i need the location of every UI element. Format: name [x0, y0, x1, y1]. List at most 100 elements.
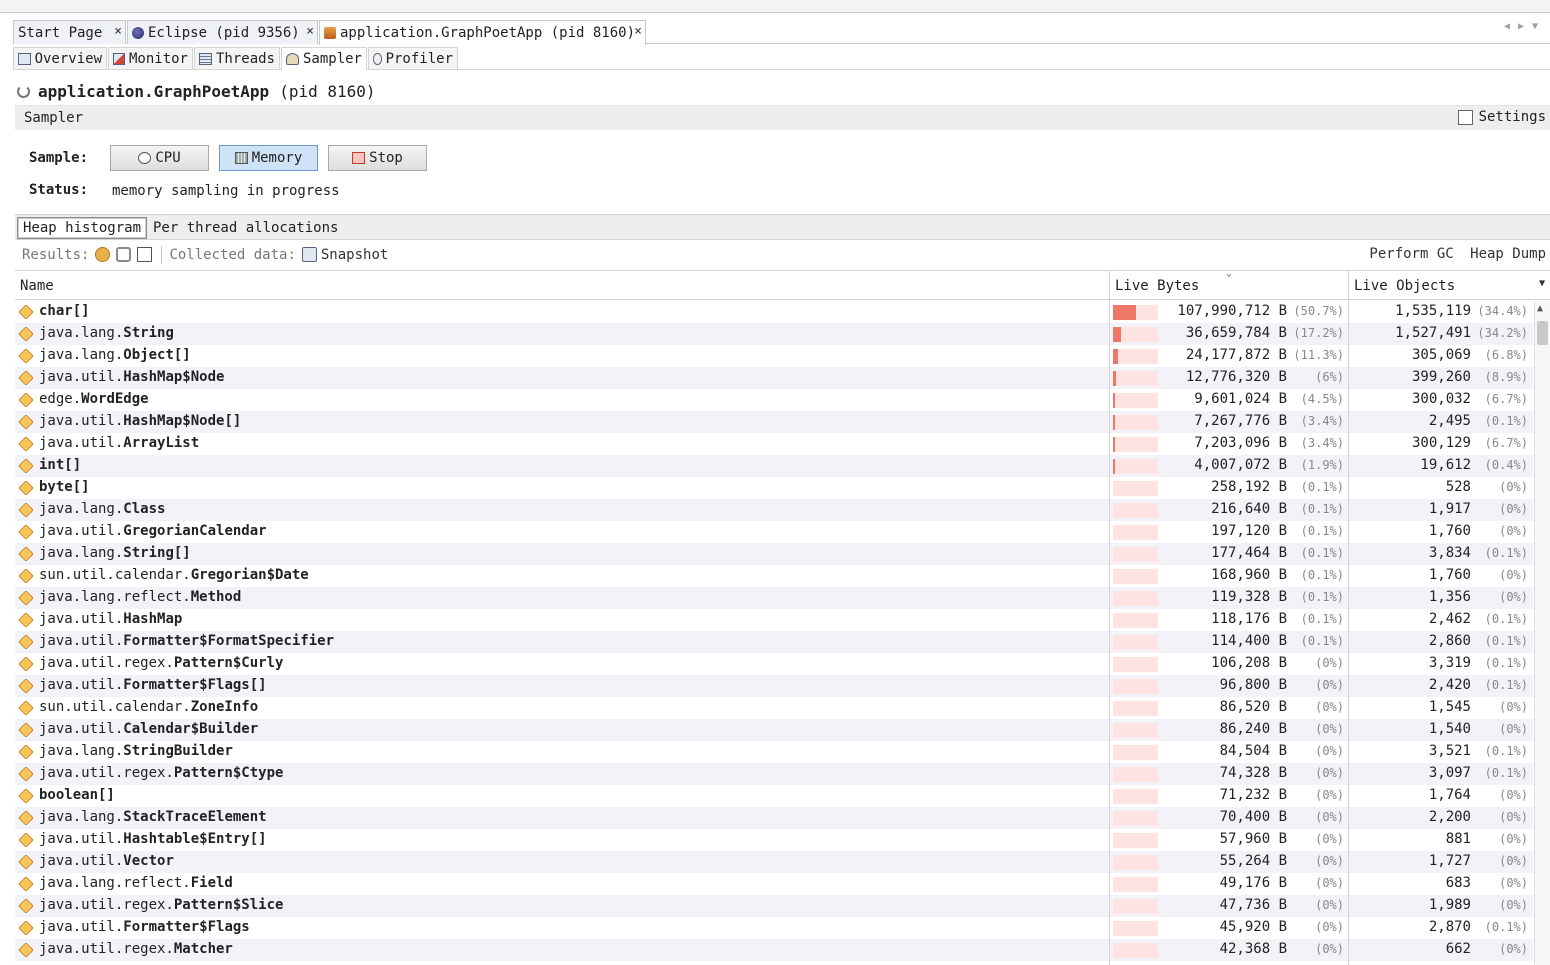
tab-navigation-arrows[interactable]: ◀▶▼	[1504, 21, 1546, 32]
scrollbar-thumb[interactable]	[1537, 321, 1548, 345]
live-bytes-bar	[1113, 459, 1158, 474]
live-bytes-value: 9,601,024 B	[1194, 391, 1287, 407]
table-row[interactable]: java.util.GregorianCalendar 197,120 B (0.1…	[15, 521, 1533, 543]
class-simple-name: GregorianCalendar	[123, 523, 267, 539]
live-bytes-bar	[1113, 899, 1158, 914]
live-objects-value: 1,727	[1428, 853, 1471, 869]
close-icon[interactable]: ×	[306, 24, 314, 39]
table-row[interactable]: java.util.regex.Pattern$Curly 106,208 B (0…	[15, 653, 1533, 675]
live-objects-value: 2,420	[1428, 677, 1471, 693]
live-bytes-value: 114,400 B	[1211, 633, 1287, 649]
table-row[interactable]: java.util.HashMap$Node[] 7,267,776 B (3.4%…	[15, 411, 1533, 433]
live-objects-value: 2,462	[1428, 611, 1471, 627]
table-row[interactable]: java.lang.reflect.Method 119,328 B (0.1%) 1…	[15, 587, 1533, 609]
table-row[interactable]: java.lang.String[] 177,464 B (0.1%) 3,834 (0…	[15, 543, 1533, 565]
table-row[interactable]: java.util.Hashtable$Entry[] 57,960 B (0%) 8…	[15, 829, 1533, 851]
package-name: java.lang.	[39, 545, 124, 561]
tab-sampler[interactable]: Sampler	[281, 47, 367, 70]
column-header-name[interactable]: Name	[15, 271, 1110, 300]
live-bytes-percent: (0%)	[1315, 656, 1344, 670]
class-name: java.util.regex.Matcher	[39, 941, 233, 957]
delta-icon[interactable]	[137, 247, 153, 262]
memory-button[interactable]: Memory	[219, 145, 318, 171]
close-icon[interactable]: ×	[114, 24, 122, 39]
settings-toggle[interactable]: Settings	[1457, 109, 1546, 125]
tab-overview[interactable]: Overview	[13, 47, 107, 70]
table-row[interactable]: java.util.regex.Matcher 42,368 B (0%) 662 (0…	[15, 939, 1533, 961]
doc-tab-label: application.GraphPoetApp (pid 8160)	[340, 25, 636, 41]
class-name: java.util.GregorianCalendar	[39, 523, 267, 539]
tab-threads[interactable]: Threads	[194, 47, 280, 70]
tab-monitor[interactable]: Monitor	[108, 47, 193, 70]
table-row[interactable]: byte[] 258,192 B (0.1%) 528 (0%)	[15, 477, 1533, 499]
table-row[interactable]: java.lang.Object[] 24,177,872 B (11.3%) 305…	[15, 345, 1533, 367]
package-name: sun.util.calendar.	[39, 567, 191, 583]
package-name: java.util.	[39, 523, 124, 539]
table-row[interactable]: java.util.Formatter$Flags 45,920 B (0%) 2,8…	[15, 917, 1533, 939]
table-row[interactable]: java.util.regex.Pattern$Ctype 74,328 B (0%…	[15, 763, 1533, 785]
live-bytes-bar	[1113, 811, 1158, 826]
live-bytes-percent: (0.1%)	[1300, 568, 1344, 582]
package-name: java.util.	[39, 853, 124, 869]
doc-tab-eclipse[interactable]: Eclipse (pid 9356) ×	[127, 20, 318, 44]
heap-dump-button[interactable]: Heap Dump	[1470, 246, 1546, 262]
cpu-button[interactable]: CPU	[110, 145, 209, 171]
table-row[interactable]: java.util.regex.Pattern$Slice 47,736 B (0%…	[15, 895, 1533, 917]
scroll-up-icon[interactable]: ▲	[1537, 303, 1543, 314]
column-menu-icon[interactable]: ▼	[1539, 278, 1545, 289]
table-row[interactable]: char[] 107,990,712 B (50.7%) 1,535,119 (34.4…	[15, 301, 1533, 323]
app-name: application.GraphPoetApp	[38, 81, 270, 101]
live-objects-percent: (0.1%)	[1484, 634, 1528, 648]
refresh-icon[interactable]	[116, 247, 132, 262]
class-simple-name: ArrayList	[123, 435, 200, 451]
class-icon	[18, 700, 34, 716]
live-bytes-percent: (0.1%)	[1300, 590, 1344, 604]
table-row[interactable]: java.util.Vector 55,264 B (0%) 1,727 (0%)	[15, 851, 1533, 873]
live-bytes-bar	[1113, 327, 1158, 342]
tab-heap-histogram[interactable]: Heap histogram	[17, 217, 148, 239]
table-row[interactable]: java.lang.StackTraceElement 70,400 B (0%) 2…	[15, 807, 1533, 829]
class-name: java.util.Formatter$Flags	[39, 919, 250, 935]
table-row[interactable]: java.lang.StringBuilder 84,504 B (0%) 3,521…	[15, 741, 1533, 763]
live-objects-percent: (0.1%)	[1484, 920, 1528, 934]
pause-icon[interactable]	[95, 247, 111, 262]
live-objects-percent: (0%)	[1499, 810, 1528, 824]
class-icon	[18, 920, 34, 936]
table-row[interactable]: java.lang.String 36,659,784 B (17.2%) 1,527…	[15, 323, 1533, 345]
results-toolbar: Results: Collected data: Snapshot Perfor…	[15, 241, 1550, 268]
stop-button[interactable]: Stop	[328, 145, 427, 171]
settings-checkbox[interactable]	[1457, 109, 1473, 125]
table-row[interactable]: java.util.Formatter$FormatSpecifier 114,4…	[15, 631, 1533, 653]
table-row[interactable]: java.util.Formatter$Flags[] 96,800 B (0%) 2…	[15, 675, 1533, 697]
live-bytes-percent: (3.4%)	[1300, 436, 1344, 450]
table-scrollbar[interactable]: ▲	[1534, 301, 1550, 965]
table-row[interactable]: edge.WordEdge 9,601,024 B (4.5%) 300,032 (6.…	[15, 389, 1533, 411]
class-simple-name: Formatter$Flags[]	[123, 677, 267, 693]
doc-tab-graphpoetapp[interactable]: application.GraphPoetApp (pid 8160) ×	[319, 20, 646, 45]
close-icon[interactable]: ×	[634, 24, 642, 39]
snapshot-button[interactable]: Snapshot	[321, 247, 388, 263]
class-icon	[18, 656, 34, 672]
tab-per-thread-allocations[interactable]: Per thread allocations	[148, 217, 343, 239]
column-header-live-objects[interactable]: Live Objects	[1349, 271, 1532, 300]
table-row[interactable]: sun.util.calendar.ZoneInfo 86,520 B (0%) 1,…	[15, 697, 1533, 719]
table-row[interactable]: java.lang.Class 216,640 B (0.1%) 1,917 (0%)	[15, 499, 1533, 521]
tab-profiler[interactable]: Profiler	[368, 47, 458, 70]
class-name: java.util.HashMap	[39, 611, 182, 627]
table-row[interactable]: java.util.HashMap 118,176 B (0.1%) 2,462 (0.…	[15, 609, 1533, 631]
table-row[interactable]: java.util.Calendar$Builder 86,240 B (0%) 1,…	[15, 719, 1533, 741]
stop-icon	[352, 152, 366, 164]
live-bytes-percent: (0%)	[1315, 722, 1344, 736]
table-row[interactable]: java.util.HashMap$Node 12,776,320 B (6%) 39…	[15, 367, 1533, 389]
perform-gc-button[interactable]: Perform GC	[1369, 246, 1453, 262]
doc-tab-start-page[interactable]: Start Page ×	[13, 20, 126, 44]
table-row[interactable]: sun.util.calendar.Gregorian$Date 168,960 …	[15, 565, 1533, 587]
live-objects-value: 1,764	[1428, 787, 1471, 803]
table-row[interactable]: boolean[] 71,232 B (0%) 1,764 (0%)	[15, 785, 1533, 807]
table-row[interactable]: int[] 4,007,072 B (1.9%) 19,612 (0.4%)	[15, 455, 1533, 477]
tab-label: Sampler	[302, 51, 362, 67]
table-row[interactable]: java.lang.reflect.Field 49,176 B (0%) 683 (0…	[15, 873, 1533, 895]
live-objects-percent: (0%)	[1499, 788, 1528, 802]
table-row[interactable]: java.util.ArrayList 7,203,096 B (3.4%) 300,…	[15, 433, 1533, 455]
live-bytes-value: 106,208 B	[1211, 655, 1287, 671]
